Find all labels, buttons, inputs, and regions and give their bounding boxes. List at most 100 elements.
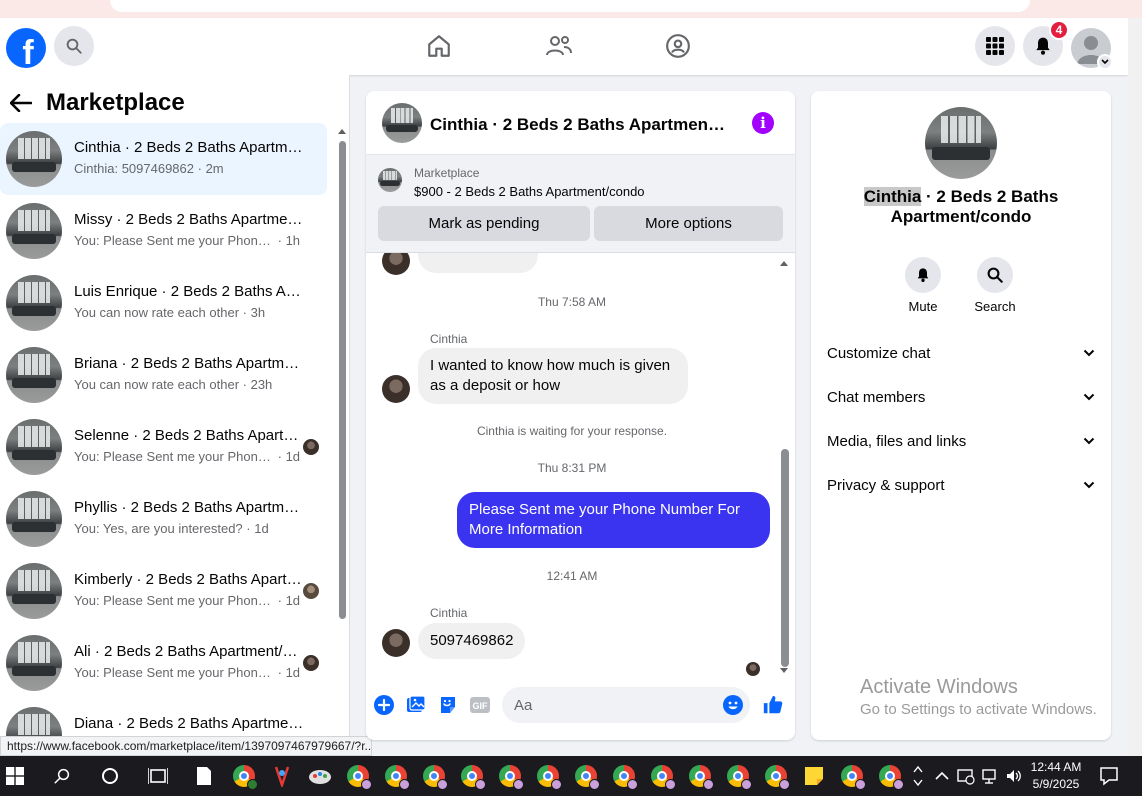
scroll-down-icon[interactable] <box>778 667 790 675</box>
taskbar-chrome[interactable] <box>764 764 790 790</box>
back-arrow-icon[interactable] <box>10 94 32 112</box>
conversation-item[interactable]: Selenne · 2 Beds 2 Baths Apartment/condo… <box>0 411 327 483</box>
mark-as-pending-button[interactable]: Mark as pending <box>378 206 590 241</box>
sticker-button[interactable] <box>437 694 459 716</box>
chat-title[interactable]: Cinthia · 2 Beds 2 Baths Apartment/condo <box>430 115 730 135</box>
emoji-button[interactable] <box>722 694 744 716</box>
taskbar-chrome[interactable] <box>498 764 524 790</box>
taskbar-paint[interactable] <box>308 764 332 788</box>
taskbar-file[interactable] <box>192 764 216 788</box>
chrome-icon <box>689 765 714 790</box>
address-bar[interactable] <box>110 0 1030 12</box>
taskbar-chrome[interactable] <box>840 764 866 790</box>
taskbar-chrome[interactable] <box>878 764 904 790</box>
sidebar-header: Marketplace <box>10 89 185 117</box>
attach-photo-button[interactable] <box>405 694 427 716</box>
message-bubble-outgoing[interactable]: Please Sent me your Phone Number For Mor… <box>457 492 770 548</box>
listing-thumbnail[interactable] <box>378 168 402 192</box>
nav-friends[interactable] <box>545 32 573 60</box>
conversation-item[interactable]: Ali · 2 Beds 2 Baths Apartment/condo You… <box>0 627 327 699</box>
message-input[interactable] <box>502 687 750 723</box>
menu-button[interactable] <box>975 26 1015 66</box>
like-button[interactable] <box>762 694 784 716</box>
add-attachment-button[interactable] <box>373 694 395 716</box>
taskbar-chrome[interactable] <box>460 764 486 790</box>
mute-action[interactable]: Mute <box>893 257 953 314</box>
message-scroll-thumb[interactable] <box>781 449 789 667</box>
seen-avatar <box>303 655 319 671</box>
sidebar-scrollbar[interactable] <box>336 125 348 725</box>
taskbar-chrome[interactable] <box>574 764 600 790</box>
chat-panel: Cinthia · 2 Beds 2 Baths Apartment/condo… <box>366 91 795 740</box>
notifications-button[interactable]: 4 <box>1023 20 1069 66</box>
tray-security[interactable] <box>954 764 978 788</box>
search-button[interactable] <box>54 26 94 66</box>
section-media-files-links[interactable]: Media, files and links <box>827 423 1095 459</box>
section-privacy-support[interactable]: Privacy & support <box>827 467 1095 503</box>
taskbar-sticky-notes[interactable] <box>802 764 826 788</box>
chrome-icon <box>727 765 752 790</box>
nav-home[interactable] <box>425 32 453 60</box>
conversation-item[interactable]: Briana · 2 Beds 2 Baths Apartment/condo … <box>0 339 327 411</box>
taskbar-chrome[interactable] <box>726 764 752 790</box>
taskbar-chrome[interactable] <box>688 764 714 790</box>
taskbar-chrome[interactable] <box>422 764 448 790</box>
taskbar-chrome[interactable] <box>232 764 258 790</box>
section-customize-chat[interactable]: Customize chat <box>827 335 1095 371</box>
speaker-icon <box>1007 770 1021 782</box>
conversation-item[interactable]: Cinthia · 2 Beds 2 Baths Apartment/condo… <box>0 123 327 195</box>
chrome-icon <box>613 765 638 790</box>
action-center-button[interactable] <box>1097 764 1121 788</box>
tray-volume[interactable] <box>1002 764 1026 788</box>
account-menu-toggle[interactable] <box>1097 54 1113 70</box>
sender-avatar <box>382 629 410 657</box>
taskbar-chrome[interactable] <box>384 764 410 790</box>
message-bubble-incoming[interactable]: I wanted to know how much is given as a … <box>418 348 688 404</box>
conversation-preview: You: Please Sent me your Phone ... <box>74 593 274 608</box>
info-icon[interactable]: i <box>752 112 774 134</box>
chat-header: Cinthia · 2 Beds 2 Baths Apartment/condo… <box>366 91 795 155</box>
message-scrollbar[interactable] <box>778 259 790 679</box>
cortana-button[interactable] <box>98 764 122 788</box>
gif-button[interactable]: GIF <box>469 694 491 716</box>
conversation-preview: Cinthia: 5097469862 <box>74 161 194 176</box>
listing-profile-photo[interactable] <box>925 107 997 179</box>
message-timestamp: Thu 7:58 AM <box>537 295 607 309</box>
taskbar-chrome[interactable] <box>536 764 562 790</box>
listing-thumbnail <box>6 203 62 259</box>
nav-groups[interactable] <box>664 32 692 60</box>
chat-listing-avatar[interactable] <box>382 103 422 143</box>
chevron-down-icon <box>1083 481 1095 489</box>
search-action[interactable]: Search <box>965 257 1025 314</box>
start-button[interactable] <box>3 764 27 788</box>
page-scrollbar[interactable] <box>1128 18 1142 756</box>
message-timestamp: Thu 8:31 PM <box>537 461 607 475</box>
conversation-item[interactable]: Missy · 2 Beds 2 Baths Apartment/condo Y… <box>0 195 327 267</box>
sender-avatar <box>382 253 410 275</box>
task-view-button[interactable] <box>146 764 170 788</box>
listing-price[interactable]: $900 - 2 Beds 2 Baths Apartment/condo <box>414 184 645 199</box>
chrome-icon <box>461 765 486 790</box>
section-chat-members[interactable]: Chat members <box>827 379 1095 415</box>
taskbar-chrome[interactable] <box>612 764 638 790</box>
facebook-logo[interactable]: f <box>6 28 46 68</box>
message-bubble-incoming[interactable]: 5097469862 <box>418 623 526 659</box>
seen-avatar <box>303 583 319 599</box>
taskbar-scroll[interactable] <box>910 764 926 788</box>
sidebar-scroll-thumb[interactable] <box>339 141 346 619</box>
scroll-up-icon[interactable] <box>778 259 790 267</box>
conversation-item[interactable]: Phyllis · 2 Beds 2 Baths Apartment/condo… <box>0 483 327 555</box>
conversation-name: Kimberly · 2 Beds 2 Baths Apartment/cond… <box>74 571 304 588</box>
taskbar-clock[interactable]: 12:44 AM 5/9/2025 <box>1028 759 1084 793</box>
scroll-up-icon[interactable] <box>336 127 348 135</box>
show-hidden-icons-button[interactable] <box>930 764 954 788</box>
taskbar-chrome[interactable] <box>346 764 372 790</box>
taskbar-search[interactable] <box>50 764 74 788</box>
conversation-name: Ali · 2 Beds 2 Baths Apartment/condo <box>74 643 304 660</box>
conversation-item[interactable]: Luis Enrique · 2 Beds 2 Baths Apartment/… <box>0 267 327 339</box>
taskbar-chrome[interactable] <box>650 764 676 790</box>
conversation-item[interactable]: Kimberly · 2 Beds 2 Baths Apartment/cond… <box>0 555 327 627</box>
tray-network[interactable] <box>978 764 1002 788</box>
taskbar-app[interactable] <box>270 764 294 788</box>
more-options-button[interactable]: More options <box>594 206 783 241</box>
